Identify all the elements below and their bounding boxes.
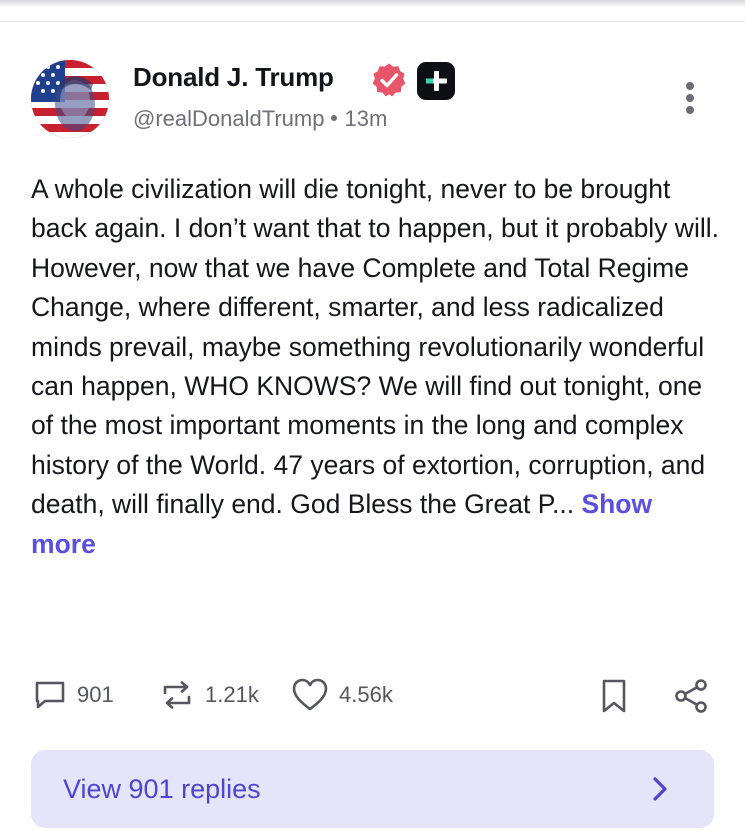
post-screen: Donald J. Trump @realDonaldTrump 13m A wh… <box>0 0 745 837</box>
bookmark-icon[interactable] <box>597 678 631 714</box>
plus-badge-icon <box>417 62 455 100</box>
repost-icon <box>163 681 191 709</box>
view-replies-button[interactable]: View 901 replies <box>31 750 714 828</box>
comment-icon <box>35 681 65 709</box>
author-handle[interactable]: @realDonaldTrump <box>133 106 324 131</box>
top-fade <box>0 0 745 8</box>
avatar[interactable] <box>31 60 109 138</box>
like-button[interactable]: 4.56k <box>291 672 393 718</box>
repost-button[interactable]: 1.21k <box>159 672 259 718</box>
verified-badge-icon <box>372 63 406 97</box>
previous-content-edge <box>0 0 745 22</box>
separator-dot <box>331 115 338 122</box>
author-name[interactable]: Donald J. Trump <box>133 62 334 93</box>
top-divider <box>0 21 745 22</box>
post-body: A whole civilization will die tonight, n… <box>31 170 721 564</box>
like-count: 4.56k <box>339 682 393 707</box>
post-time: 13m <box>344 106 388 131</box>
heart-icon <box>292 678 328 711</box>
author-meta: @realDonaldTrump 13m <box>133 106 387 132</box>
more-vertical-icon[interactable] <box>676 80 704 116</box>
action-bar: 901 1.21k 4.56k <box>31 672 721 718</box>
reply-button[interactable]: 901 <box>33 672 114 718</box>
share-icon[interactable] <box>673 678 709 714</box>
avatar-image <box>31 60 109 138</box>
repost-count: 1.21k <box>205 682 259 707</box>
view-replies-label: View 901 replies <box>63 774 261 804</box>
reply-count: 901 <box>77 682 114 707</box>
chevron-right-icon <box>653 777 667 801</box>
post-text: A whole civilization will die tonight, n… <box>31 174 719 520</box>
